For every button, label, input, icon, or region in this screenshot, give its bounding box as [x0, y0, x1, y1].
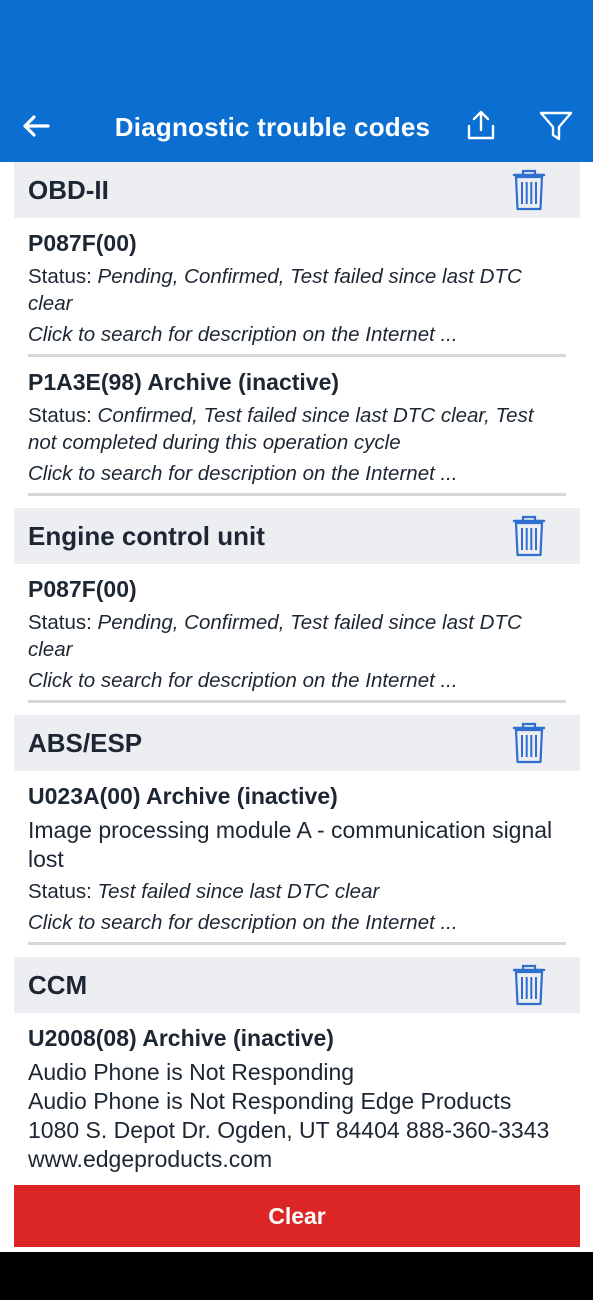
dtc-status: Status: Pending, Confirmed, Test failed … — [28, 263, 566, 317]
status-label: Status: — [28, 265, 98, 288]
dtc-code: P087F(00) — [28, 230, 137, 256]
dtc-list[interactable]: OBD-II P087F(00) Status: Pending, Confirme… — [14, 162, 580, 1184]
dtc-code: U2008(08) Archive (inactive) — [28, 1025, 334, 1051]
dtc-item[interactable]: U2008(08) Archive (inactive) Audio Phone … — [14, 1013, 580, 1174]
system-nav-bar — [0, 1252, 593, 1300]
trash-icon[interactable] — [512, 963, 546, 1007]
clear-button[interactable]: Clear — [14, 1185, 580, 1247]
filter-icon[interactable] — [536, 108, 576, 144]
group-title: OBD-II — [28, 175, 109, 205]
dtc-item[interactable]: P1A3E(98) Archive (inactive) Status: Conf… — [14, 357, 580, 496]
group-header: CCM — [14, 957, 580, 1013]
search-description-link[interactable]: Click to search for description on the I… — [28, 460, 566, 496]
status-label: Status: — [28, 880, 98, 903]
dtc-item[interactable]: U023A(00) Archive (inactive) Image proces… — [14, 771, 580, 945]
dtc-item[interactable]: P087F(00) Status: Pending, Confirmed, Tes… — [14, 564, 580, 703]
search-description-link[interactable]: Click to search for description on the I… — [28, 909, 566, 945]
dtc-code: U023A(00) Archive (inactive) — [28, 783, 338, 809]
trash-icon[interactable] — [512, 721, 546, 765]
dtc-description: Audio Phone is Not Responding Audio Phon… — [28, 1059, 550, 1172]
trash-icon[interactable] — [512, 168, 546, 212]
status-value: Confirmed, Test failed since last DTC cl… — [28, 404, 534, 454]
search-description-link[interactable]: Click to search for description on the I… — [28, 321, 566, 357]
app-bar: Diagnostic trouble codes — [0, 0, 593, 162]
group-header: OBD-II — [14, 162, 580, 218]
group-header: Engine control unit — [14, 508, 580, 564]
status-label: Status: — [28, 611, 98, 634]
dtc-status: Status: Confirmed, Test failed since las… — [28, 402, 566, 456]
status-label: Status: — [28, 404, 98, 427]
status-value: Test failed since last DTC clear — [97, 880, 380, 903]
group-title: ABS/ESP — [28, 728, 143, 758]
dtc-code: P1A3E(98) Archive (inactive) — [28, 369, 340, 395]
group-title: CCM — [28, 970, 88, 1000]
dtc-description: Image processing module A - communicatio… — [28, 817, 553, 872]
group-title: Engine control unit — [28, 521, 265, 551]
dtc-code: P087F(00) — [28, 576, 137, 602]
status-value: Pending, Confirmed, Test failed since la… — [28, 611, 522, 661]
dtc-status: Status: Pending, Confirmed, Test failed … — [28, 609, 566, 663]
share-icon[interactable] — [464, 108, 498, 144]
search-description-link[interactable]: Click to search for description on the I… — [28, 667, 566, 703]
trash-icon[interactable] — [512, 514, 546, 558]
group-header: ABS/ESP — [14, 715, 580, 771]
status-value: Pending, Confirmed, Test failed since la… — [28, 265, 522, 315]
dtc-item[interactable]: P087F(00) Status: Pending, Confirmed, Tes… — [14, 218, 580, 357]
dtc-status: Status: Test failed since last DTC clear — [28, 878, 566, 905]
